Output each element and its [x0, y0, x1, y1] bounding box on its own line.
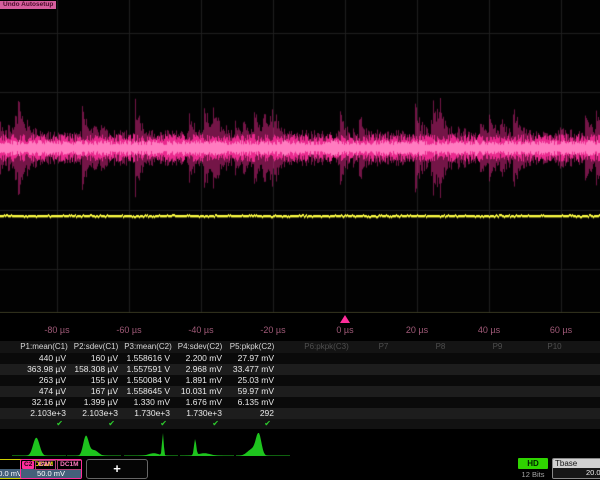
measure-column-header-disabled[interactable]: P6:pkpk(C3)	[298, 341, 355, 353]
time-axis-label: 20 µs	[406, 325, 428, 335]
measure-column-header[interactable]: P2:sdev(C1)	[70, 341, 122, 353]
measure-value-cell: 160 µV	[70, 353, 122, 364]
measure-value-cell: 10.031 mV	[174, 386, 226, 397]
measure-column-header[interactable]: P5:pkpk(C2)	[226, 341, 278, 353]
measurement-table: P1:mean(C1)P2:sdev(C1)P3:mean(C2)P4:sdev…	[0, 341, 600, 429]
measure-value-cell: 1.676 mV	[174, 397, 226, 408]
measure-value-cell: 1.558616 V	[122, 353, 174, 364]
measure-status-check: ✔	[226, 419, 278, 429]
measure-value-cell: 27.97 mV	[226, 353, 278, 364]
timebase-label: Tbase	[553, 459, 600, 468]
time-axis-label: -20 µs	[260, 325, 285, 335]
measure-column-header[interactable]: P3:mean(C2)	[122, 341, 174, 353]
measure-column-header-disabled[interactable]: P9	[469, 341, 526, 353]
measure-value-cell: 1.891 mV	[174, 375, 226, 386]
measure-value-cell: 59.97 mV	[226, 386, 278, 397]
waveform-grid-area[interactable]: Undo Autosetup	[0, 0, 600, 313]
c2-bwl-badge: BWL	[35, 460, 56, 470]
measure-histicon[interactable]	[124, 431, 178, 457]
measure-status-check: ✔	[18, 419, 70, 429]
trigger-position-marker[interactable]	[340, 315, 350, 323]
measure-value-cell: 33.477 mV	[226, 364, 278, 375]
plus-icon: +	[113, 461, 121, 476]
time-axis-label: 60 µs	[550, 325, 572, 335]
measure-value-cell: 32.16 µV	[18, 397, 70, 408]
measure-value-cell: 1.557591 V	[122, 364, 174, 375]
measure-value-cell: 363.98 µV	[18, 364, 70, 375]
measure-value-cell: 155 µV	[70, 375, 122, 386]
measure-column-header[interactable]: P4:sdev(C2)	[174, 341, 226, 353]
bottom-bar: DC1M 10.0 mV C2 BWL DC1M 50.0 mV + HD 12…	[0, 458, 600, 480]
time-axis-label: -60 µs	[116, 325, 141, 335]
measure-status-check: ✔	[174, 419, 226, 429]
time-axis-label: 0 µs	[336, 325, 353, 335]
time-axis-label: -40 µs	[188, 325, 213, 335]
measure-value-cell: 292	[226, 408, 278, 419]
measure-value-cell: 263 µV	[18, 375, 70, 386]
oscilloscope-screen: Undo Autosetup -100 µs-80 µs-60 µs-40 µs…	[0, 0, 600, 480]
c2-channel-badge: C2	[22, 461, 34, 469]
measure-column-header-disabled[interactable]: P10	[526, 341, 583, 353]
measure-histicon[interactable]	[180, 431, 234, 457]
time-axis-label: -80 µs	[44, 325, 69, 335]
waveform-canvas[interactable]	[0, 0, 600, 313]
measure-value-cell: 474 µV	[18, 386, 70, 397]
measure-value-cell: 167 µV	[70, 386, 122, 397]
add-trace-button[interactable]: +	[86, 459, 148, 479]
time-axis: -100 µs-80 µs-60 µs-40 µs-20 µs0 µs20 µs…	[0, 313, 600, 341]
measure-value-cell: 2.968 mV	[174, 364, 226, 375]
timebase-value: 20.0 µs/div	[553, 468, 600, 478]
measure-value-cell: 2.103e+3	[18, 408, 70, 419]
time-axis-label: 40 µs	[478, 325, 500, 335]
measure-column-header[interactable]: P1:mean(C1)	[18, 341, 70, 353]
hd-bits-label: 12 Bits	[512, 470, 554, 479]
measure-value-cell: 1.399 µV	[70, 397, 122, 408]
measure-column-header-disabled[interactable]: P7	[355, 341, 412, 353]
measure-value-cell: 1.330 mV	[122, 397, 174, 408]
measure-value-cell: 1.550084 V	[122, 375, 174, 386]
hd-mode-badge[interactable]: HD	[518, 458, 548, 469]
measure-histicon[interactable]	[12, 431, 66, 457]
measure-status-check: ✔	[122, 419, 174, 429]
measure-column-header-disabled[interactable]: P11	[583, 341, 600, 353]
undo-autosetup-badge[interactable]: Undo Autosetup	[0, 1, 56, 9]
measure-value-cell: 2.200 mV	[174, 353, 226, 364]
measure-value-cell: 158.308 µV	[70, 364, 122, 375]
timebase-descriptor[interactable]: Tbase 20.0 µs/div	[552, 458, 600, 479]
measure-value-cell: 1.558645 V	[122, 386, 174, 397]
measure-histicon[interactable]	[236, 431, 290, 457]
c2-volts-per-div: 50.0 mV	[21, 469, 81, 478]
measure-value-cell: 1.730e+3	[122, 408, 174, 419]
channel-c2-descriptor[interactable]: C2 BWL DC1M 50.0 mV	[20, 459, 82, 479]
measure-histicon[interactable]	[67, 431, 121, 457]
measure-value-cell: 25.03 mV	[226, 375, 278, 386]
measure-value-cell: 1.730e+3	[174, 408, 226, 419]
measurement-histicons	[0, 430, 600, 458]
measure-value-cell: 440 µV	[18, 353, 70, 364]
c2-coupling-badge: DC1M	[57, 460, 81, 470]
measure-value-cell: 2.103e+3	[70, 408, 122, 419]
measure-column-header-disabled[interactable]: P8	[412, 341, 469, 353]
measure-value-cell: 6.135 mV	[226, 397, 278, 408]
measure-status-check: ✔	[70, 419, 122, 429]
